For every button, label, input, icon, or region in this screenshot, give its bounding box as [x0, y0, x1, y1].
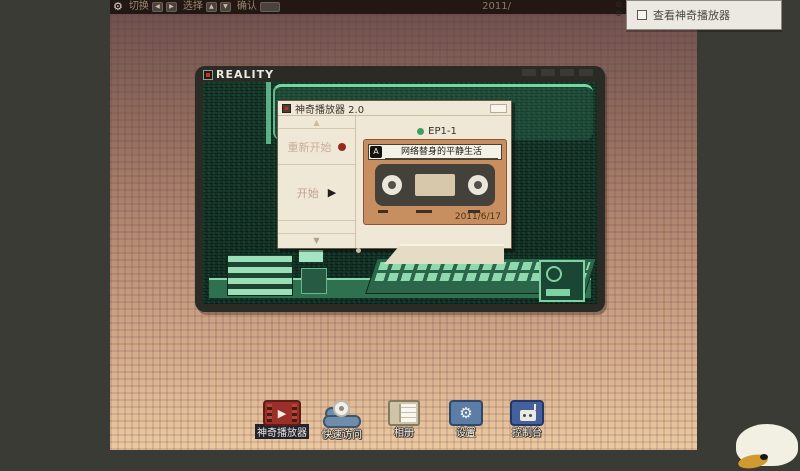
start-label: 开始 — [297, 185, 319, 201]
screw-icon — [356, 248, 361, 253]
magic-player-window: 神奇播放器 2.0 ▲ 重新开始 开始 ▶ ▼ EP1-1 A 网络 — [277, 100, 512, 249]
date-text: 2011/ — [482, 0, 511, 14]
icon-label-settings: 设置 — [456, 424, 476, 439]
console-icon[interactable] — [510, 400, 544, 426]
scroll-down-button[interactable]: ▼ — [278, 233, 355, 248]
start-button[interactable]: 开始 ▶ — [278, 165, 355, 221]
screen-component-chip — [299, 250, 323, 262]
select-up-key-icon: ▲ — [206, 2, 217, 12]
tape-title: 网络替身的平静生活 — [385, 146, 498, 159]
icon-label-player: 神奇播放器 — [255, 424, 309, 439]
tape-window — [375, 164, 495, 206]
player-film-icon[interactable]: ▶ — [263, 400, 301, 426]
player-menu-panel: ▲ 重新开始 开始 ▶ ▼ — [278, 116, 356, 248]
player-body: ▲ 重新开始 开始 ▶ ▼ EP1-1 A 网络替身的平静生活 — [278, 116, 511, 248]
cassette[interactable]: A 网络替身的平静生活 2011/6/17 — [363, 139, 507, 225]
view-player-popup[interactable]: 查看神奇播放器 — [626, 0, 782, 30]
tape-date: 2011/6/17 — [455, 212, 501, 222]
restart-label: 重新开始 — [288, 139, 332, 155]
deck-door — [384, 244, 504, 264]
monitor-title: REALITY — [216, 68, 274, 81]
side-a-icon: A — [370, 146, 382, 158]
popup-label: 查看神奇播放器 — [653, 7, 730, 23]
monitor-vents — [522, 69, 593, 76]
cassette-mark — [378, 210, 388, 213]
icon-label-console: 控制台 — [512, 424, 542, 439]
icon-label-quick-access: 快速访问 — [322, 426, 362, 441]
player-app-icon — [282, 104, 291, 113]
popup-checkbox[interactable] — [637, 10, 647, 20]
confirm-hint-group: 确认 — [237, 0, 280, 14]
player-titlebar[interactable]: 神奇播放器 2.0 — [278, 101, 511, 116]
duck-eye — [760, 454, 768, 460]
episode-status-dot-icon — [417, 128, 424, 135]
tape-view-window — [415, 174, 455, 196]
left-spool-icon — [382, 175, 402, 195]
right-spool-icon — [468, 175, 488, 195]
left-dark-strip — [0, 0, 110, 450]
select-label: 选择 — [183, 0, 203, 14]
monitor-titlebar: REALITY — [203, 68, 274, 81]
record-dot-icon — [338, 143, 346, 151]
switch-label: 切换 — [129, 0, 149, 14]
device-dial-icon — [546, 266, 562, 282]
player-title: 神奇播放器 2.0 — [295, 101, 364, 116]
album-icon[interactable] — [388, 400, 420, 426]
confirm-key-icon — [260, 2, 280, 12]
select-down-key-icon: ▼ — [220, 2, 231, 12]
cassette-label-strip: A 网络替身的平静生活 — [368, 144, 502, 160]
screen-component-box — [301, 268, 327, 294]
popup-gear-icons: ⚙⚙ — [615, 0, 622, 18]
select-hint-group: 选择 ▲ ▼ — [183, 0, 231, 14]
settings-icon[interactable]: ⚙ — [449, 400, 483, 426]
top-control-bar: ⚙ 切换 ◀ ▶ 选择 ▲ ▼ 确认 2011/ — [110, 0, 697, 14]
duck-character[interactable] — [718, 420, 800, 450]
screen-side-device — [539, 260, 585, 302]
switch-prev-key-icon: ◀ — [152, 2, 163, 12]
cassette-panel: EP1-1 A 网络替身的平静生活 2011/6/17 — [356, 116, 511, 248]
scroll-up-button[interactable]: ▲ — [278, 116, 355, 129]
episode-label: EP1-1 — [428, 126, 457, 137]
duck-head — [736, 424, 798, 466]
switch-next-key-icon: ▶ — [166, 2, 177, 12]
desktop-icon-console[interactable]: 控制台 — [491, 400, 563, 439]
settings-gear-icon[interactable]: ⚙ — [113, 0, 123, 14]
cloud-icon[interactable] — [322, 400, 362, 428]
screen-shape-line — [266, 82, 271, 144]
right-dark-strip — [697, 0, 800, 450]
restart-button[interactable]: 重新开始 — [278, 129, 355, 165]
play-icon: ▶ — [328, 186, 336, 199]
reality-icon — [203, 70, 213, 80]
screen-disk-drive — [227, 254, 293, 296]
cassette-mark — [416, 210, 432, 213]
episode-row: EP1-1 — [363, 116, 511, 139]
player-window-button[interactable] — [490, 104, 507, 113]
device-slot — [546, 289, 570, 296]
icon-label-album: 相册 — [394, 424, 414, 439]
confirm-label: 确认 — [237, 0, 257, 14]
switch-hint-group: 切换 ◀ ▶ — [129, 0, 177, 14]
